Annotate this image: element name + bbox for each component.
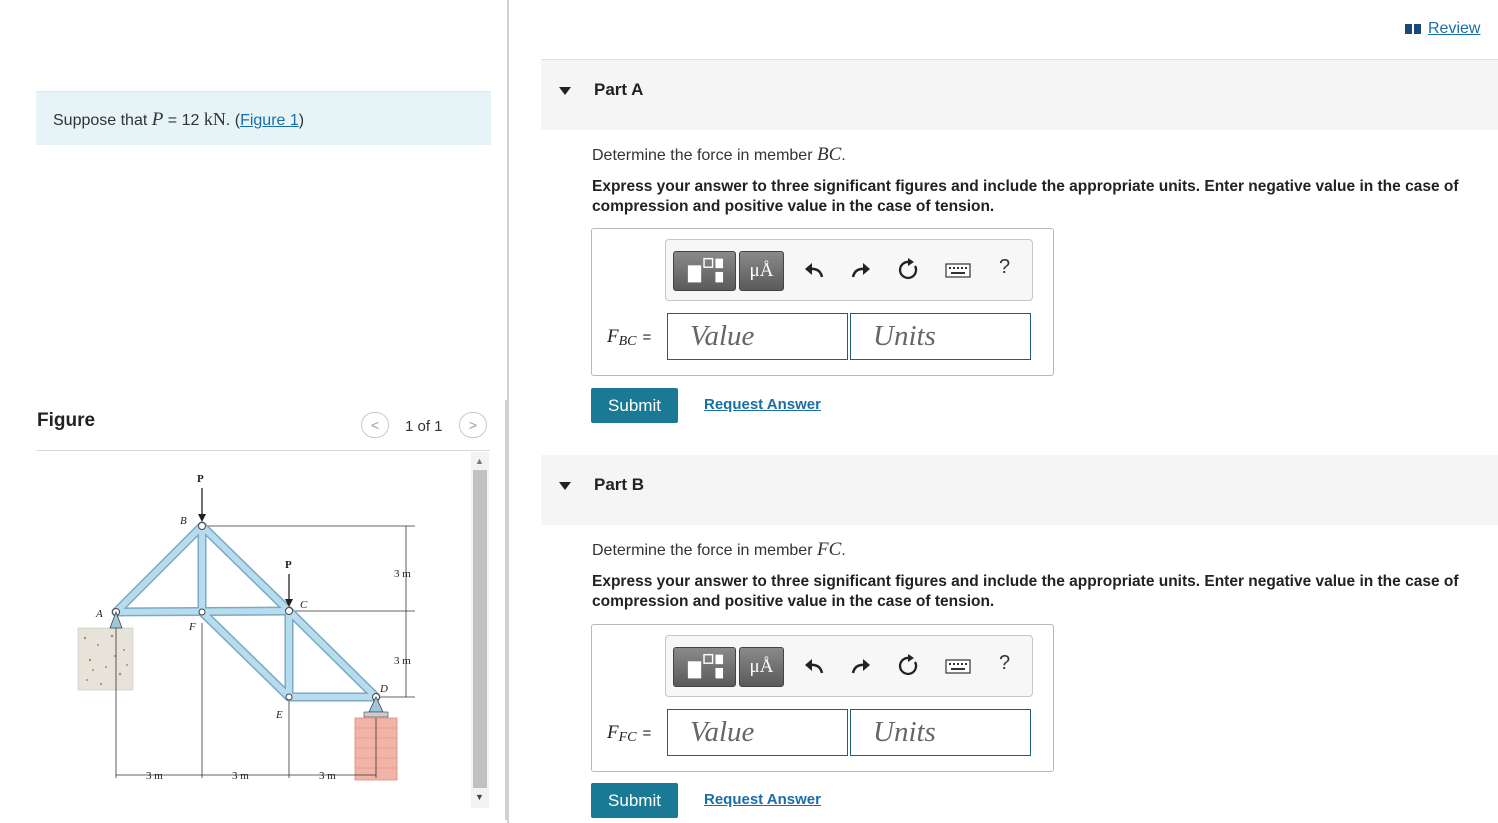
- units-input[interactable]: Units: [850, 313, 1031, 360]
- part-b-submit-button[interactable]: Submit: [591, 783, 678, 818]
- question-suffix: .: [841, 147, 846, 164]
- units-button[interactable]: μÅ: [739, 251, 784, 291]
- label-var: F: [607, 326, 619, 347]
- figure-scrollbar[interactable]: ▲ ▼: [471, 452, 489, 808]
- figure-prev-button[interactable]: <: [361, 412, 389, 438]
- figure-next-button[interactable]: >: [459, 412, 487, 438]
- figure-link[interactable]: Figure 1: [240, 112, 299, 129]
- question-suffix: .: [841, 542, 846, 559]
- units-input[interactable]: Units: [850, 709, 1031, 756]
- dim-span-1: 3 m: [146, 770, 163, 782]
- truss-diagram: P P A B C D E F 3 m 3 m 3 m 3 m 3 m: [77, 473, 415, 782]
- intro-text: Suppose that P = 12 kN. (Figure 1): [53, 109, 304, 131]
- intro-prefix: Suppose that: [53, 112, 152, 129]
- left-panel: Suppose that P = 12 kN. (Figure 1) Figur…: [0, 0, 508, 823]
- math-toolbar: μÅ ?: [665, 239, 1033, 301]
- intro-period: . (: [225, 112, 241, 129]
- help-button[interactable]: ?: [999, 652, 1010, 675]
- part-a-request-answer-link[interactable]: Request Answer: [704, 396, 821, 413]
- label-eq: =: [642, 329, 652, 346]
- node-e-label: E: [275, 709, 283, 721]
- scroll-up-arrow-icon[interactable]: ▲: [475, 456, 484, 466]
- label-var: F: [607, 722, 619, 743]
- intro-eq: = 12: [163, 112, 204, 129]
- intro-close: ): [298, 112, 305, 129]
- part-a-header[interactable]: Part A: [541, 60, 1498, 130]
- label-sub: FC: [618, 730, 637, 745]
- node-b-label: B: [180, 515, 187, 527]
- node-a-label: A: [95, 608, 103, 620]
- templates-button[interactable]: [673, 647, 736, 687]
- undo-icon[interactable]: [802, 654, 826, 678]
- ffc-label: FFC =: [607, 722, 651, 746]
- collapse-caret-icon[interactable]: [559, 87, 571, 95]
- question-prefix: Determine the force in member: [592, 542, 817, 559]
- review-label: Review: [1428, 20, 1481, 37]
- templates-icon: [687, 653, 724, 679]
- part-b-question: Determine the force in member FC.: [592, 539, 846, 561]
- panel-resize-handle[interactable]: [505, 400, 509, 820]
- label-eq: =: [642, 725, 652, 742]
- scroll-down-arrow-icon[interactable]: ▼: [475, 792, 484, 802]
- figure-heading: Figure: [37, 410, 96, 431]
- redo-icon[interactable]: [849, 258, 873, 282]
- part-b-title: Part B: [594, 475, 645, 494]
- collapse-caret-icon[interactable]: [559, 482, 571, 490]
- dim-span-2: 3 m: [232, 770, 249, 782]
- keyboard-icon[interactable]: [945, 654, 971, 678]
- label-sub: BC: [618, 334, 637, 349]
- left-wall: [77, 627, 134, 691]
- scroll-thumb[interactable]: [473, 470, 487, 788]
- part-a-answer-box: μÅ ? FBC = Value Units: [591, 228, 1054, 376]
- load-p-top: P: [197, 473, 204, 485]
- dim-span-3: 3 m: [319, 770, 336, 782]
- part-b-instructions: Express your answer to three significant…: [592, 573, 1459, 610]
- keyboard-icon[interactable]: [945, 258, 971, 282]
- part-a-question: Determine the force in member BC.: [592, 144, 846, 166]
- fbc-label: FBC =: [607, 326, 651, 350]
- part-a-title: Part A: [594, 80, 644, 99]
- part-a-submit-button[interactable]: Submit: [591, 388, 678, 423]
- member-name: BC: [816, 144, 842, 165]
- reset-icon[interactable]: [897, 258, 921, 282]
- part-b-answer-box: μÅ ? FFC = Value Units: [591, 624, 1054, 772]
- part-a-instructions: Express your answer to three significant…: [592, 178, 1459, 215]
- load-arrowhead-1: [198, 514, 206, 522]
- load-arrows: [201, 488, 290, 603]
- intro-box: Suppose that P = 12 kN. (Figure 1): [36, 91, 491, 145]
- intro-var: P: [151, 109, 164, 130]
- math-toolbar: μÅ ?: [665, 635, 1033, 697]
- dim-height-upper: 3 m: [394, 568, 411, 580]
- redo-icon[interactable]: [849, 654, 873, 678]
- load-p-mid: P: [285, 559, 292, 571]
- part-b-header[interactable]: Part B: [541, 455, 1498, 525]
- templates-button[interactable]: [673, 251, 736, 291]
- units-button[interactable]: μÅ: [739, 647, 784, 687]
- value-input[interactable]: Value: [667, 709, 848, 756]
- intro-unit: kN: [203, 109, 226, 129]
- dim-height-lower: 3 m: [394, 655, 411, 667]
- review-link[interactable]: Review: [1404, 20, 1480, 38]
- member-name: FC: [816, 539, 842, 560]
- figure-counter: 1 of 1: [405, 418, 443, 435]
- node-c-label: C: [300, 599, 308, 611]
- roller-plate: [363, 711, 389, 718]
- node-f-label: F: [188, 621, 196, 633]
- help-button[interactable]: ?: [999, 256, 1010, 279]
- part-b-request-answer-link[interactable]: Request Answer: [704, 791, 821, 808]
- figure-divider: [36, 450, 490, 451]
- reset-icon[interactable]: [897, 654, 921, 678]
- undo-icon[interactable]: [802, 258, 826, 282]
- question-prefix: Determine the force in member: [592, 147, 817, 164]
- templates-icon: [687, 257, 724, 283]
- book-icon: [1405, 23, 1421, 34]
- truss-members: [113, 523, 379, 700]
- node-d-label: D: [379, 683, 388, 695]
- value-input[interactable]: Value: [667, 313, 848, 360]
